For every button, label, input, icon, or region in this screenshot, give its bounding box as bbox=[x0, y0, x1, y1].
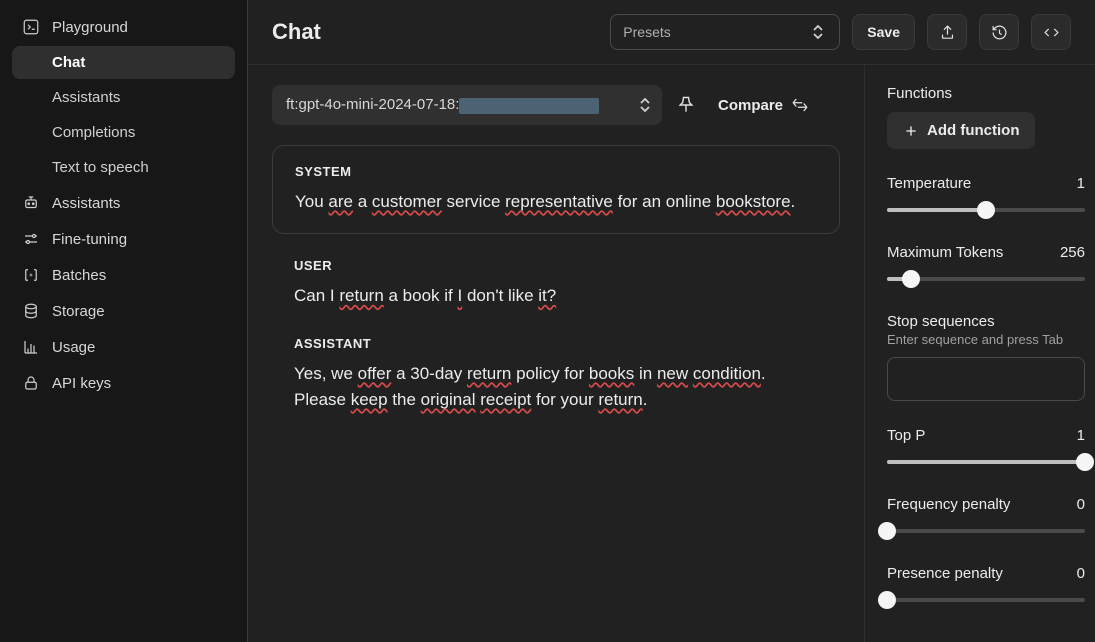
pres-section: Presence penalty 0 bbox=[887, 565, 1085, 608]
assistant-message[interactable]: ASSISTANT Yes, we offer a 30-day return … bbox=[272, 336, 840, 414]
nav-apikeys[interactable]: API keys bbox=[12, 366, 235, 400]
compare-button[interactable]: Compare bbox=[718, 96, 809, 114]
stopseq-hint: Enter sequence and press Tab bbox=[887, 332, 1085, 347]
system-role-label: SYSTEM bbox=[295, 164, 817, 179]
system-message[interactable]: SYSTEM You are a customer service repres… bbox=[272, 145, 840, 234]
freq-value: 0 bbox=[1077, 496, 1085, 513]
upload-icon bbox=[939, 24, 956, 41]
history-button[interactable] bbox=[979, 14, 1019, 50]
nav-storage[interactable]: Storage bbox=[12, 294, 235, 328]
stopseq-label: Stop sequences bbox=[887, 313, 1085, 330]
temperature-label: Temperature bbox=[887, 175, 971, 192]
nav-usage[interactable]: Usage bbox=[12, 330, 235, 364]
compare-label: Compare bbox=[718, 97, 783, 114]
history-icon bbox=[991, 24, 1008, 41]
nav-assistants-label: Assistants bbox=[52, 195, 120, 212]
nav-playground[interactable]: Playground bbox=[12, 10, 235, 44]
nav-apikeys-label: API keys bbox=[52, 375, 111, 392]
maxtokens-section: Maximum Tokens 256 bbox=[887, 244, 1085, 287]
preset-select[interactable]: Presets bbox=[610, 14, 840, 50]
system-text: You are a customer service representativ… bbox=[295, 189, 817, 215]
freq-slider[interactable] bbox=[887, 523, 1085, 539]
settings-panel: Functions Add function Temperature 1 Max… bbox=[865, 65, 1095, 642]
nav-assistants[interactable]: Assistants bbox=[12, 186, 235, 220]
nav-batches-label: Batches bbox=[52, 267, 106, 284]
topp-value: 1 bbox=[1077, 427, 1085, 444]
temperature-value: 1 bbox=[1077, 175, 1085, 192]
stopseq-section: Stop sequences Enter sequence and press … bbox=[887, 313, 1085, 401]
nav-usage-label: Usage bbox=[52, 339, 95, 356]
brackets-icon bbox=[22, 266, 40, 284]
user-message[interactable]: USER Can I return a book if I don't like… bbox=[272, 258, 840, 309]
temperature-section: Temperature 1 bbox=[887, 175, 1085, 218]
nav-finetuning-label: Fine-tuning bbox=[52, 231, 127, 248]
pin-icon[interactable] bbox=[676, 95, 696, 115]
stopseq-input[interactable] bbox=[887, 357, 1085, 401]
header: Chat Presets Save bbox=[248, 0, 1095, 65]
lock-icon bbox=[22, 374, 40, 392]
nav-playground-label: Playground bbox=[52, 19, 128, 36]
topp-section: Top P 1 bbox=[887, 427, 1085, 470]
compare-icon bbox=[791, 96, 809, 114]
playground-icon bbox=[22, 18, 40, 36]
model-select[interactable]: ft:gpt-4o-mini-2024-07-18: bbox=[272, 85, 662, 125]
assistant-text: Yes, we offer a 30-day return policy for… bbox=[294, 361, 818, 414]
nav-sub-completions[interactable]: Completions bbox=[12, 116, 235, 149]
maxtokens-value: 256 bbox=[1060, 244, 1085, 261]
preset-placeholder: Presets bbox=[623, 24, 670, 40]
model-row: ft:gpt-4o-mini-2024-07-18: Compare bbox=[272, 85, 840, 125]
temperature-slider[interactable] bbox=[887, 202, 1085, 218]
share-button[interactable] bbox=[927, 14, 967, 50]
nav-storage-label: Storage bbox=[52, 303, 105, 320]
add-function-label: Add function bbox=[927, 122, 1019, 139]
topp-slider[interactable] bbox=[887, 454, 1085, 470]
user-text: Can I return a book if I don't like it? bbox=[294, 283, 818, 309]
assistant-role-label: ASSISTANT bbox=[294, 336, 818, 351]
nav-sub-tts[interactable]: Text to speech bbox=[12, 151, 235, 184]
main: Chat Presets Save ft:gpt-4o-mini-2024-07… bbox=[248, 0, 1095, 642]
redacted-suffix bbox=[459, 98, 599, 114]
functions-label: Functions bbox=[887, 85, 1085, 102]
chat-area: ft:gpt-4o-mini-2024-07-18: Compare SYSTE… bbox=[248, 65, 865, 642]
robot-icon bbox=[22, 194, 40, 212]
nav-sub-assistants[interactable]: Assistants bbox=[12, 81, 235, 114]
chevron-updown-icon bbox=[636, 98, 654, 112]
maxtokens-slider[interactable] bbox=[887, 271, 1085, 287]
add-function-button[interactable]: Add function bbox=[887, 112, 1035, 149]
sidebar: Playground Chat Assistants Completions T… bbox=[0, 0, 248, 642]
database-icon bbox=[22, 302, 40, 320]
code-button[interactable] bbox=[1031, 14, 1071, 50]
topp-label: Top P bbox=[887, 427, 925, 444]
pres-value: 0 bbox=[1077, 565, 1085, 582]
model-label: ft:gpt-4o-mini-2024-07-18: bbox=[286, 96, 599, 113]
chevron-updown-icon bbox=[809, 25, 827, 39]
maxtokens-label: Maximum Tokens bbox=[887, 244, 1003, 261]
save-button[interactable]: Save bbox=[852, 14, 915, 50]
user-role-label: USER bbox=[294, 258, 818, 273]
chart-icon bbox=[22, 338, 40, 356]
page-title: Chat bbox=[272, 19, 321, 45]
pres-slider[interactable] bbox=[887, 592, 1085, 608]
freq-section: Frequency penalty 0 bbox=[887, 496, 1085, 539]
functions-section: Functions Add function bbox=[887, 85, 1085, 149]
nav-batches[interactable]: Batches bbox=[12, 258, 235, 292]
model-prefix: ft:gpt-4o-mini-2024-07-18: bbox=[286, 96, 459, 113]
freq-label: Frequency penalty bbox=[887, 496, 1010, 513]
code-icon bbox=[1043, 24, 1060, 41]
pres-label: Presence penalty bbox=[887, 565, 1003, 582]
sliders-icon bbox=[22, 230, 40, 248]
nav-finetuning[interactable]: Fine-tuning bbox=[12, 222, 235, 256]
plus-icon bbox=[903, 123, 919, 139]
nav-sub-chat[interactable]: Chat bbox=[12, 46, 235, 79]
